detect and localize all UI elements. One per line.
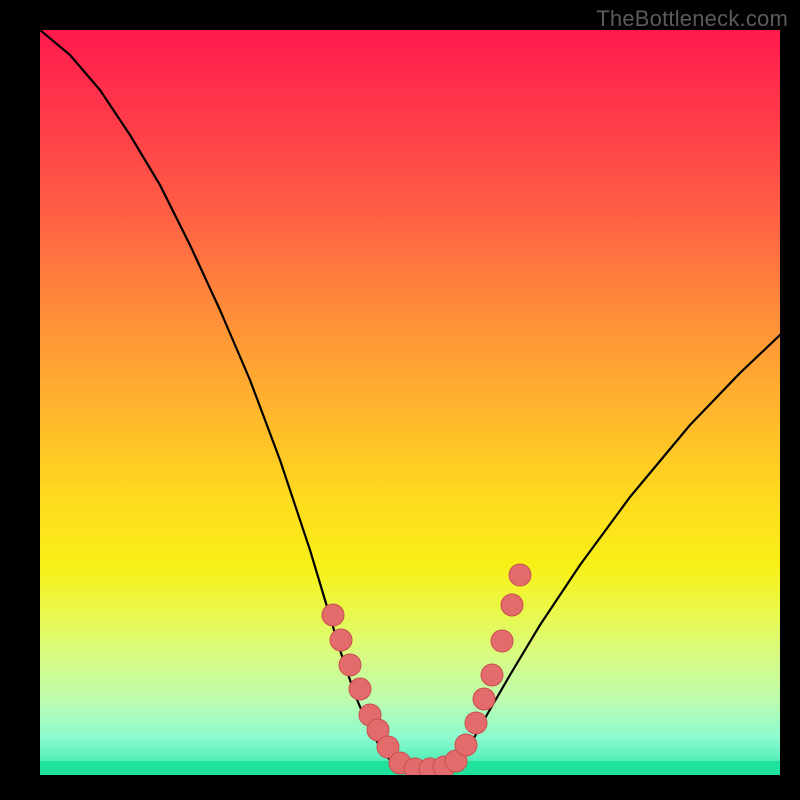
- sample-marker: [330, 629, 352, 651]
- sample-marker: [491, 630, 513, 652]
- sample-marker: [509, 564, 531, 586]
- sample-marker: [322, 604, 344, 626]
- curve-path: [40, 30, 780, 771]
- sample-marker: [349, 678, 371, 700]
- bottleneck-curve: [40, 30, 780, 771]
- sample-marker: [481, 664, 503, 686]
- sample-marker: [501, 594, 523, 616]
- chart-frame: TheBottleneck.com: [0, 0, 800, 800]
- sample-marker: [465, 712, 487, 734]
- chart-svg: [40, 30, 780, 775]
- sample-markers: [322, 564, 531, 775]
- sample-marker: [473, 688, 495, 710]
- plot-area: [40, 30, 780, 775]
- sample-marker: [455, 734, 477, 756]
- sample-marker: [339, 654, 361, 676]
- watermark-label: TheBottleneck.com: [596, 6, 788, 32]
